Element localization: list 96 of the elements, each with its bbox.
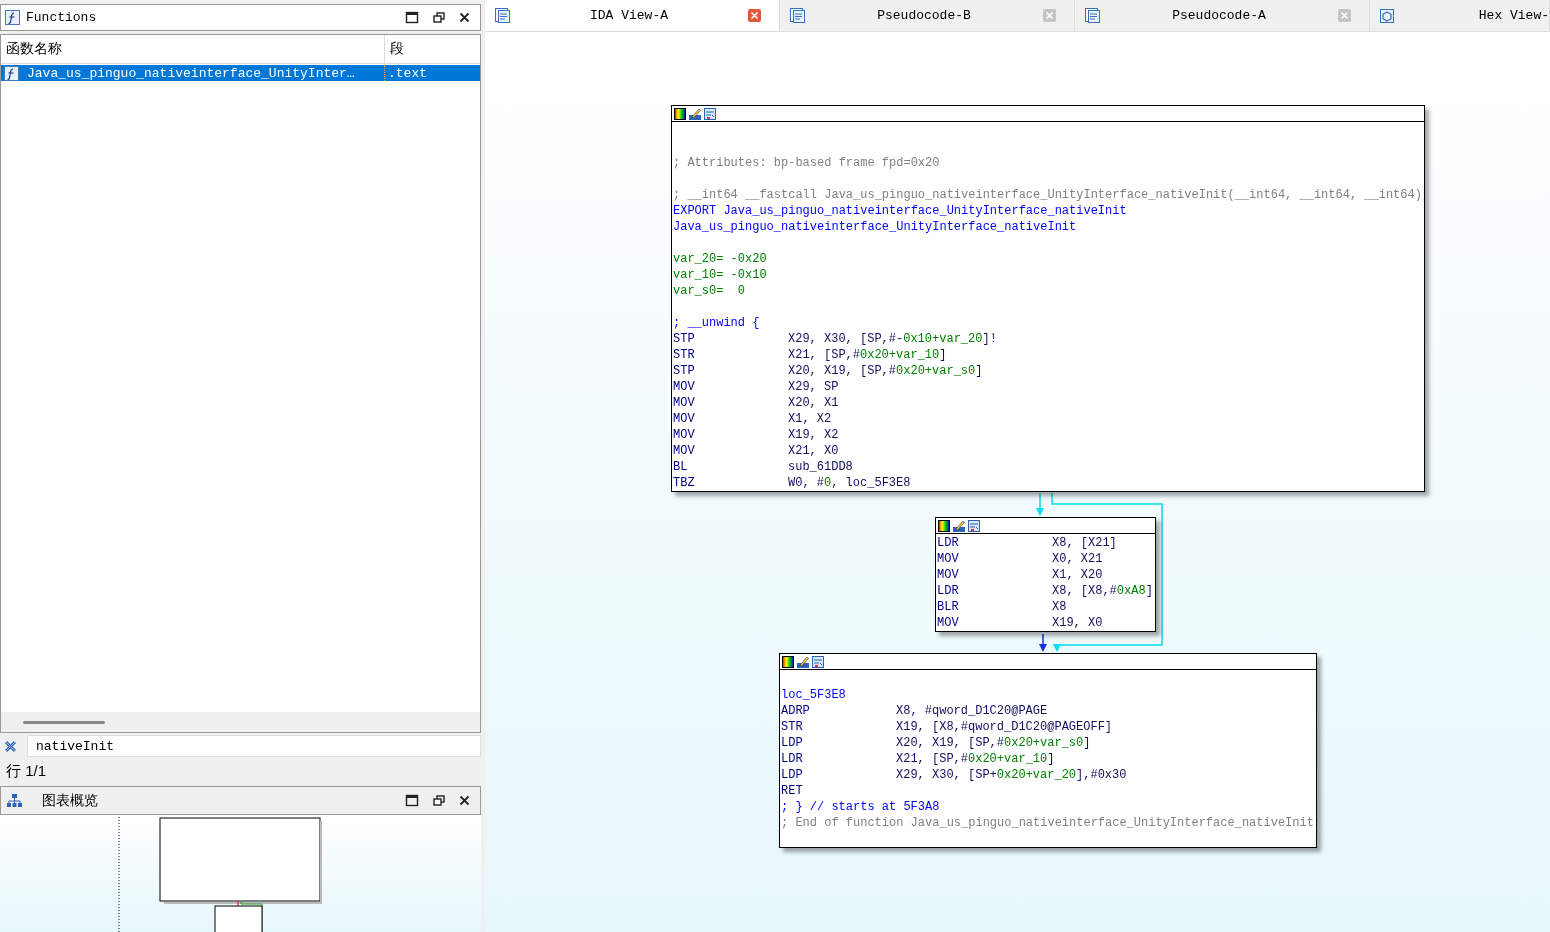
instruction-operands: X29, SP bbox=[788, 379, 839, 395]
segment-name: .text bbox=[388, 65, 427, 81]
graph-window-icon bbox=[968, 519, 980, 532]
instruction-operands: X0, X21 bbox=[1052, 551, 1103, 567]
instruction-operands: sub_61DD8 bbox=[788, 459, 853, 475]
code-comment: ; __int64 __fastcall Java_us_pinguo_nativeinterface_UnityInterface_nativeInit(__int64, __int64, __int64) bbox=[673, 187, 1422, 203]
code-label[interactable]: ; } // starts at 5F3A8 bbox=[781, 799, 940, 815]
instruction-mnemonic: STR bbox=[781, 719, 804, 735]
hierarchy-icon bbox=[7, 794, 22, 807]
instruction-operands: X20, X19, [SP,#0x20+var_s0] bbox=[896, 735, 1091, 751]
pencil-icon bbox=[953, 519, 965, 532]
document-icon bbox=[495, 8, 510, 23]
instruction-operands: X20, X19, [SP,#0x20+var_s0] bbox=[788, 363, 983, 379]
instruction-operands: X8, [X21] bbox=[1052, 535, 1117, 551]
restore-icon[interactable] bbox=[433, 12, 445, 23]
close-icon[interactable] bbox=[459, 795, 470, 806]
instruction-mnemonic: STP bbox=[673, 363, 696, 379]
instruction-mnemonic: MOV bbox=[673, 379, 696, 395]
instruction-operands: X21, X0 bbox=[788, 443, 839, 459]
document-icon bbox=[790, 8, 805, 23]
panel-title: Functions bbox=[26, 10, 98, 25]
code-comment: ; Attributes: bp-based frame fpd=0x20 bbox=[673, 155, 940, 171]
code-label[interactable]: EXPORT Java_us_pinguo_nativeinterface_UnityInterface_nativeInit bbox=[673, 203, 1127, 219]
code-label[interactable]: Java_us_pinguo_nativeinterface_UnityInterface_nativeInit bbox=[673, 219, 1077, 235]
instruction-operands: X29, X30, [SP,#-0x10+var_20]! bbox=[788, 331, 997, 347]
code-comment: ; End of function Java_us_pinguo_nativeinterface_UnityInterface_nativeInit bbox=[781, 815, 1314, 831]
function-row[interactable]: Java_us_pinguo_nativeinterface_UnityInter… .text bbox=[1, 65, 480, 81]
color-palette-icon bbox=[782, 655, 794, 668]
variable-definition: var_20= -0x20 bbox=[673, 251, 767, 267]
instruction-mnemonic: STR bbox=[673, 347, 696, 363]
panel-title: 图表概览 bbox=[42, 791, 99, 810]
instruction-operands: X1, X20 bbox=[1052, 567, 1103, 583]
instruction-operands: X8, #qword_D1C20@PAGE bbox=[896, 703, 1048, 719]
instruction-mnemonic: LDR bbox=[937, 535, 960, 551]
instruction-mnemonic: MOV bbox=[937, 551, 960, 567]
function-icon bbox=[5, 10, 20, 25]
tab[interactable]: IDA View-A bbox=[485, 0, 780, 31]
instruction-operands: X8, [X8,#0xA8] bbox=[1052, 583, 1153, 599]
instruction-mnemonic: LDR bbox=[937, 583, 960, 599]
instruction-mnemonic: RET bbox=[781, 783, 804, 799]
instruction-mnemonic: LDP bbox=[781, 767, 804, 783]
instruction-mnemonic: LDP bbox=[781, 735, 804, 751]
instruction-operands: X20, X1 bbox=[788, 395, 839, 411]
column-header[interactable]: 段 bbox=[384, 35, 480, 63]
graph-edge bbox=[1036, 492, 1044, 516]
instruction-operands: X8 bbox=[1052, 599, 1067, 615]
function-icon bbox=[4, 65, 19, 81]
instruction-operands: X19, [X8,#qword_D1C20@PAGEOFF] bbox=[896, 719, 1113, 735]
instruction-mnemonic: TBZ bbox=[673, 475, 696, 491]
instruction-mnemonic: LDR bbox=[781, 751, 804, 767]
color-palette-icon bbox=[674, 107, 686, 120]
instruction-operands: X21, [SP,#0x20+var_10] bbox=[788, 347, 947, 363]
instruction-mnemonic: MOV bbox=[673, 395, 696, 411]
variable-definition: var_s0= 0 bbox=[673, 283, 745, 299]
column-header[interactable]: 函数名称 bbox=[1, 35, 384, 63]
instruction-mnemonic: MOV bbox=[673, 443, 696, 459]
code-label[interactable]: loc_5F3E8 bbox=[781, 687, 846, 703]
code-block[interactable] bbox=[779, 653, 1317, 848]
instruction-mnemonic: MOV bbox=[937, 567, 960, 583]
code-block[interactable]: LDR X8, [X21] MOV X0, X21 MOV X1, X20 LDR X8, [X8,#0xA8] BLR X8 MOV X19, X0 bbox=[935, 517, 1156, 632]
instruction-operands: X1, X2 bbox=[788, 411, 832, 427]
document-icon bbox=[1085, 8, 1100, 23]
pencil-icon bbox=[689, 107, 701, 120]
graph-window-icon bbox=[704, 107, 716, 120]
tab[interactable]: Pseudocode-A bbox=[1075, 0, 1370, 31]
tab[interactable]: Pseudocode-B bbox=[780, 0, 1075, 31]
instruction-mnemonic: MOV bbox=[673, 411, 696, 427]
pencil-icon bbox=[797, 655, 809, 668]
graph-window-icon bbox=[812, 655, 824, 668]
instruction-mnemonic: MOV bbox=[673, 427, 696, 443]
close-tab-icon[interactable] bbox=[748, 9, 761, 22]
filter-field[interactable]: nativeInit bbox=[27, 735, 481, 757]
clear-filter-icon[interactable] bbox=[4, 739, 17, 753]
instruction-operands: X21, [SP,#0x20+var_10] bbox=[896, 751, 1055, 767]
maximize-icon[interactable] bbox=[405, 11, 419, 24]
code-label[interactable]: ; __unwind { bbox=[673, 315, 760, 331]
instruction-operands: X29, X30, [SP+0x20+var_20],#0x30 bbox=[896, 767, 1127, 783]
hexagon-icon bbox=[1380, 8, 1394, 23]
maximize-icon[interactable] bbox=[405, 794, 419, 807]
instruction-mnemonic: BL bbox=[673, 459, 689, 475]
variable-definition: var_10= -0x10 bbox=[673, 267, 767, 283]
instruction-mnemonic: MOV bbox=[937, 615, 960, 631]
instruction-operands: X19, X0 bbox=[1052, 615, 1103, 631]
instruction-operands: X19, X2 bbox=[788, 427, 839, 443]
row-count: 行 1/1 bbox=[6, 761, 47, 781]
tab[interactable]: Hex View- bbox=[1370, 0, 1550, 31]
graph-edge bbox=[1039, 633, 1047, 652]
function-name: Java_us_pinguo_nativeinterface_UnityInter… bbox=[27, 65, 355, 81]
color-palette-icon bbox=[938, 519, 950, 532]
close-icon[interactable] bbox=[459, 12, 470, 23]
instruction-mnemonic: STP bbox=[673, 331, 696, 347]
restore-icon[interactable] bbox=[433, 795, 445, 806]
instruction-mnemonic: ADRP bbox=[781, 703, 811, 719]
scrollbar-thumb[interactable] bbox=[23, 720, 105, 724]
instruction-operands: W0, #0, loc_5F3E8 bbox=[788, 475, 911, 491]
instruction-mnemonic: BLR bbox=[937, 599, 960, 615]
